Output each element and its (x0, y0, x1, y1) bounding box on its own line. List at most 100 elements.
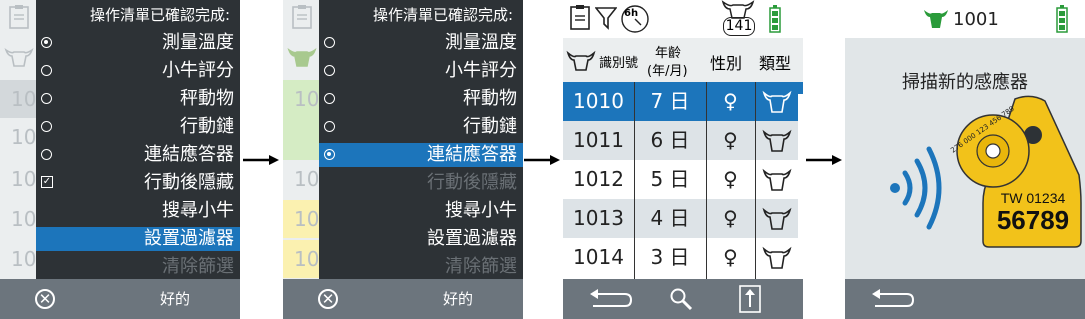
cell-sex: ♀ (723, 128, 738, 152)
menu-item-set-filter[interactable]: 設置過濾器 (36, 227, 240, 251)
back-arrow-icon[interactable] (871, 288, 915, 312)
back-arrow-icon[interactable] (589, 288, 633, 312)
cell-id: 1011 (573, 128, 624, 152)
cell-age: 3 日 (650, 245, 690, 269)
cell-id: 1014 (573, 245, 624, 269)
menu-item-link-transponder[interactable]: 連結應答器 (319, 143, 523, 167)
cell-sex: ♀ (723, 89, 738, 113)
tag-line2: 56789 (996, 205, 1070, 235)
action-menu: 操作清單已確認完成: 測量溫度 小牛評分 秤動物 行動鏈 連結應答器 行動後隱藏… (319, 0, 523, 279)
wireless-signal-icon (890, 146, 942, 230)
radio-icon (41, 149, 52, 160)
arrow-right-icon (806, 155, 842, 165)
ok-button[interactable]: 好的 (140, 279, 210, 319)
screen-animal-list: 6h 141 識別號 年齡 (年/月) 性別 類型 1010 7 日 ♀ 101… (563, 0, 803, 319)
clipboard-icon (292, 5, 312, 29)
footer-bar (845, 279, 1085, 319)
menu-item-measure-temperature[interactable]: 測量溫度 (319, 31, 523, 55)
bg-row: 10 (294, 167, 320, 191)
bg-row: 10 (283, 200, 323, 238)
calf-head-icon (924, 10, 948, 28)
cow-icon (287, 48, 317, 67)
calf-type-icon (755, 121, 798, 160)
animal-id: 1001 (953, 9, 999, 30)
screen-action-list-1: 10 10 10 10 10 操作清單已確認完成: 測量溫度 小牛評分 秤動物 … (0, 0, 240, 319)
scan-panel: 掃描新的感應器 276 000 123 456 789 TW 01234 567… (845, 38, 1085, 279)
cow-icon (4, 48, 34, 67)
menu-title: 操作清單已確認完成: (372, 6, 513, 24)
table-row[interactable]: 1011 6 日 ♀ (563, 121, 798, 160)
menu-item-calf-scoring[interactable]: 小牛評分 (319, 59, 523, 83)
radio-selected-icon (324, 149, 335, 160)
bg-row: 10 (283, 80, 323, 160)
cell-id: 1012 (573, 167, 624, 191)
clipboard-icon (570, 5, 590, 30)
radio-icon (41, 93, 52, 104)
cow-icon (566, 50, 596, 71)
table-row[interactable]: 1010 7 日 ♀ (563, 82, 798, 121)
column-header-id[interactable]: 識別號 (599, 52, 638, 71)
table-row[interactable]: 1013 4 日 ♀ (563, 199, 798, 238)
filter-icon[interactable] (595, 6, 617, 30)
cell-sex: ♀ (723, 167, 738, 191)
bg-row: 10 (283, 240, 323, 278)
bg-row: 10 (11, 247, 37, 271)
ok-button[interactable]: 好的 (423, 279, 493, 319)
background-animal-list: 10 10 10 10 10 (0, 0, 40, 279)
radio-icon (324, 93, 335, 104)
menu-title: 操作清單已確認完成: (89, 6, 230, 24)
bg-row: 10 (11, 167, 37, 191)
column-header-age-line2[interactable]: (年/月) (647, 60, 688, 79)
table-row[interactable]: 1014 3 日 ♀ (563, 238, 798, 279)
filter-hours-badge: 6h (624, 8, 639, 19)
cell-age: 5 日 (650, 167, 690, 191)
column-header-age-line1[interactable]: 年齡 (655, 42, 681, 61)
action-menu: 操作清單已確認完成: 測量溫度 小牛評分 秤動物 行動鏈 連結應答器 ✓ 行動後隱… (36, 0, 240, 279)
menu-item-search-calf[interactable]: 搜尋小牛 (36, 199, 240, 223)
cell-id: 1013 (573, 206, 624, 230)
menu-item-weigh-animal[interactable]: 秤動物 (36, 87, 240, 111)
search-icon[interactable] (669, 287, 693, 311)
arrow-right-icon (524, 155, 560, 165)
menu-item-measure-temperature[interactable]: 測量溫度 (36, 31, 240, 55)
status-bar: 1001 (845, 0, 1085, 38)
footer-bar: ✕ 好的 (0, 279, 240, 319)
menu-item-set-filter[interactable]: 設置過濾器 (319, 227, 523, 251)
scrollbar-thumb[interactable] (798, 82, 803, 94)
column-divider (755, 82, 756, 279)
column-header-sex[interactable]: 性別 (710, 50, 742, 74)
scan-message: 掃描新的感應器 (902, 72, 1028, 93)
menu-item-weigh-animal[interactable]: 秤動物 (319, 87, 523, 111)
calf-type-icon (755, 82, 798, 121)
menu-item-link-transponder[interactable]: 連結應答器 (36, 143, 240, 167)
scrollbar[interactable] (798, 82, 803, 279)
screen-action-list-2: 10 10 10 10 操作清單已確認完成: 測量溫度 小牛評分 秤動物 行動鏈… (283, 0, 523, 319)
cell-sex: ♀ (723, 206, 738, 230)
checkbox-checked-icon: ✓ (41, 176, 53, 188)
calf-type-icon (755, 199, 798, 238)
status-bar: 6h 141 (563, 0, 803, 38)
column-header-type[interactable]: 類型 (759, 50, 791, 74)
page-up-icon[interactable] (739, 285, 761, 313)
ear-tag-icon: 276 000 123 456 789 TW 01234 56789 (949, 93, 1083, 283)
radio-icon (41, 65, 52, 76)
radio-selected-icon (41, 37, 52, 48)
screen-scan-transponder: 1001 掃描新的感應器 276 000 123 456 789 TW 0123… (845, 0, 1085, 319)
column-divider (706, 82, 707, 279)
menu-item-hide-after-action[interactable]: ✓ 行動後隱藏 (36, 171, 240, 195)
cell-age: 7 日 (650, 89, 690, 113)
footer-bar (563, 279, 803, 319)
cell-age: 6 日 (650, 128, 690, 152)
menu-item-action-chain[interactable]: 行動鏈 (36, 115, 240, 139)
bg-row: 10 (11, 207, 37, 231)
footer-bar: ✕ 好的 (283, 279, 523, 319)
battery-icon (769, 5, 781, 33)
calf-type-icon (755, 238, 798, 277)
menu-item-action-chain[interactable]: 行動鏈 (319, 115, 523, 139)
cancel-circle-icon[interactable]: ✕ (318, 289, 338, 309)
menu-item-calf-scoring[interactable]: 小牛評分 (36, 59, 240, 83)
table-row[interactable]: 1012 5 日 ♀ (563, 160, 798, 199)
menu-item-search-calf[interactable]: 搜尋小牛 (319, 199, 523, 223)
cancel-circle-icon[interactable]: ✕ (35, 289, 55, 309)
menu-item-clear-filter: 清除篩選 (162, 256, 234, 277)
